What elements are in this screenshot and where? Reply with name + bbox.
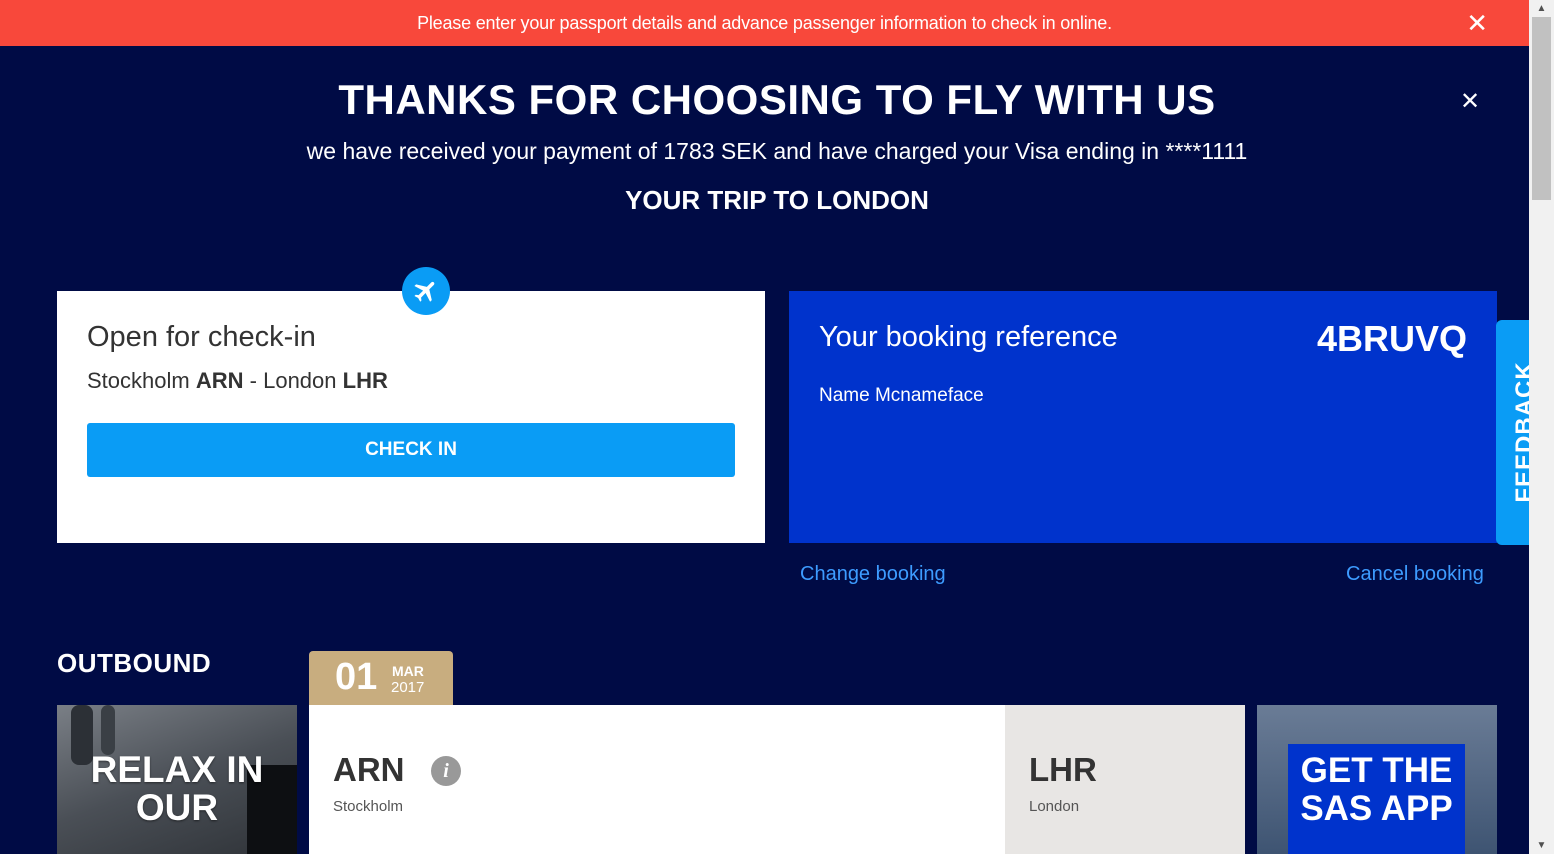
destination-city: London	[1029, 798, 1080, 815]
trip-title: YOUR TRIP TO LONDON	[625, 185, 929, 215]
alert-close-icon[interactable]: ✕	[1465, 10, 1489, 36]
route-separator: -	[249, 368, 257, 393]
booking-reference-label: Your booking reference	[819, 321, 1118, 353]
promo-window-shape	[101, 705, 115, 755]
outbound-label: OUTBOUND	[57, 648, 212, 678]
payment-confirmation: we have received your payment of 1783 SE…	[306, 138, 1248, 164]
scrollbar-thumb[interactable]	[1532, 17, 1551, 200]
passenger-name: Name Mcnameface	[819, 385, 984, 406]
flight-destination-card: LHR London	[1005, 705, 1245, 854]
scroll-up-arrow-icon[interactable]: ▲	[1529, 0, 1554, 17]
relax-promo-text: RELAX IN OUR	[90, 749, 264, 828]
thanks-title: THANKS FOR CHOOSING TO FLY WITH US	[338, 76, 1216, 123]
origin-airport-code: ARN	[333, 751, 405, 788]
flight-origin-card: ARN i Stockholm	[309, 705, 1005, 854]
route-origin-code: ARN	[195, 368, 244, 393]
origin-city: Stockholm	[333, 798, 404, 815]
date-year: 2017	[391, 679, 425, 696]
route-origin-city: Stockholm	[87, 368, 190, 393]
change-booking-link[interactable]: Change booking	[800, 563, 946, 586]
route-dest-city: London	[263, 368, 337, 393]
cancel-booking-link[interactable]: Cancel booking	[1346, 563, 1484, 586]
booking-card: Your booking reference 4BRUVQ Name Mcnam…	[789, 291, 1497, 543]
checkin-status: Open for check-in	[87, 321, 316, 353]
route: Stockholm ARN - London LHR	[87, 368, 388, 394]
route-dest-code: LHR	[342, 368, 388, 393]
alert-message: Please enter your passport details and a…	[417, 12, 1112, 33]
date-month: MAR	[392, 663, 424, 679]
relax-promo-image[interactable]: RELAX IN OUR	[57, 705, 297, 854]
scrollbar[interactable]: ▲ ▼	[1529, 0, 1554, 854]
scroll-down-arrow-icon[interactable]: ▼	[1529, 837, 1554, 854]
info-icon[interactable]: i	[431, 756, 461, 786]
date-tab: 01 MAR 2017	[309, 651, 453, 705]
destination-airport-code: LHR	[1029, 751, 1097, 788]
app-promo-text: GET THE SAS APP	[1300, 751, 1453, 828]
booking-reference-code: 4BRUVQ	[1316, 318, 1467, 359]
date-day: 01	[335, 656, 378, 698]
alert-banner: Please enter your passport details and a…	[0, 0, 1529, 46]
check-in-button[interactable]: CHECK IN	[87, 423, 735, 477]
app-promo-image[interactable]: GET THE SAS APP	[1257, 705, 1497, 854]
checkin-card: Open for check-in Stockholm ARN - London…	[57, 267, 765, 543]
airplane-icon	[402, 267, 450, 315]
app-promo-box: GET THE SAS APP	[1288, 744, 1465, 854]
